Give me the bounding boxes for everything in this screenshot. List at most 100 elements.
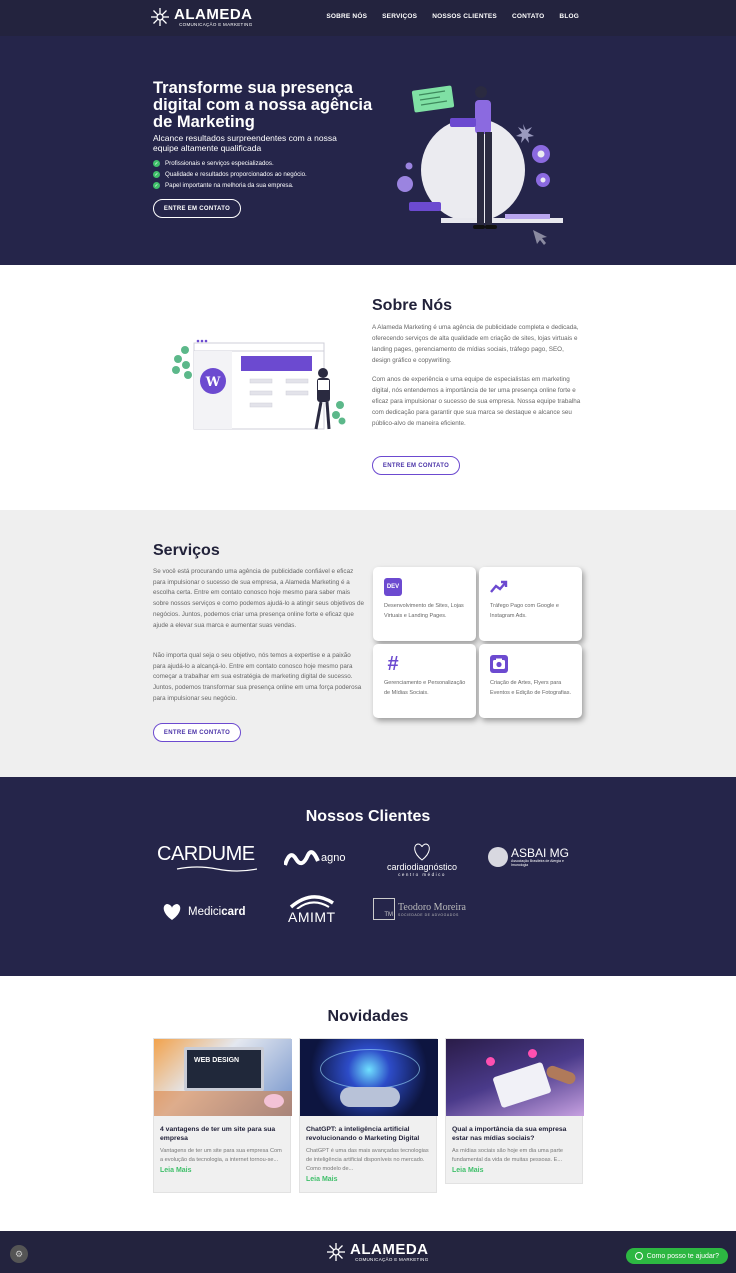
client-logo-magno: agno [284,849,345,867]
news-card[interactable]: ChatGPT: a inteligência artificial revol… [299,1038,438,1193]
client-sub: centro médico [398,872,446,877]
client-name: CARDUME [157,843,255,865]
news-card-title[interactable]: ChatGPT: a inteligência artificial revol… [306,1125,430,1143]
hero-section: Transforme sua presença digital com a no… [0,36,736,265]
brand-tagline: COMUNICAÇÃO E MARKETING [179,22,253,27]
nav-link-contato[interactable]: CONTATO [512,13,544,20]
nav-link-servicos[interactable]: SERVIÇOS [382,13,417,20]
about-illustration: W [172,339,346,430]
news-card-title[interactable]: Qual a importância da sua empresa estar … [452,1125,576,1143]
hero-contact-button[interactable]: ENTRE EM CONTATO [153,199,241,218]
whatsapp-label: Como posso te ajudar? [646,1252,719,1260]
services-title: Serviços [153,542,220,559]
check-text: Qualidade e resultados proporcionados ao… [165,171,307,178]
client-name: AMIMT [288,909,336,925]
nav-link-clientes[interactable]: NOSSOS CLIENTES [432,13,497,20]
service-card-design[interactable]: Criação de Artes, Flyers para Eventos e … [479,644,582,718]
hero-title: Transforme sua presença digital com a no… [153,79,373,131]
service-card-text: Desenvolvimento de Sites, Lojas Virtuais… [384,603,464,619]
amimt-mark-icon [289,895,334,909]
client-name: ASBAI MG [511,846,570,860]
news-card[interactable]: WEB DESIGN 4 vantagens de ter um site pa… [153,1038,292,1193]
svg-text:W: W [205,375,221,390]
about-section: W Sobre Nós A Alameda Marketing é uma ag… [0,265,736,510]
nav-link-sobre[interactable]: SOBRE NÓS [326,13,367,20]
brand-name: ALAMEDA [350,1241,429,1258]
check-item: ✓ Profissionais e serviços especializados… [153,158,307,169]
check-item: ✓ Papel importante na melhoria da sua emp… [153,180,307,191]
check-icon: ✓ [153,160,160,167]
service-card-text: Gerenciamento e Personalização de Mídias… [384,680,466,696]
dev-icon: DEV [384,578,402,596]
news-card-image[interactable] [446,1039,584,1116]
whatsapp-icon [634,1252,643,1260]
client-name: agno [321,852,346,864]
service-card-dev[interactable]: DEV Desenvolvimento de Sites, Lojas Virt… [373,567,476,641]
news-image-text: WEB DESIGN [194,1057,240,1064]
client-name: Teodoro Moreira [398,901,466,913]
nav-link-blog[interactable]: BLOG [559,13,579,20]
teodoro-mark-icon: TM [373,898,395,920]
top-nav: ALAMEDA COMUNICAÇÃO E MARKETING SOBRE NÓ… [0,0,736,36]
news-card-image[interactable] [300,1039,438,1116]
services-paragraph-2: Não importa qual seja o seu objetivo, nó… [153,652,362,702]
check-icon: ✓ [153,182,160,189]
main-menu: SOBRE NÓS SERVIÇOS NOSSOS CLIENTES CONTA… [326,13,579,20]
client-logo-cardume: CARDUME [157,843,257,872]
services-paragraph-1: Se você está procurando uma agência de p… [153,568,365,629]
read-more-link[interactable]: Leia Mais [160,1167,284,1174]
hero-subtitle: Alcance resultados surpreendentes com a … [153,133,337,153]
about-paragraph-1: A Alameda Marketing é uma agência de pub… [372,324,579,364]
brand-logo[interactable]: ALAMEDA COMUNICAÇÃO E MARKETING [150,7,253,28]
asbai-mark-icon [488,847,508,867]
heart-icon [163,904,181,920]
client-logo-medicicard: Medicicard [161,903,246,921]
clients-section: Nossos Clientes CARDUME agno cardiodiagn… [0,777,736,976]
client-sub: Associação Brasileira de Alergia e Imuno… [511,859,564,867]
client-logo-amimt: AMIMT [288,893,336,925]
brand-tagline: COMUNICAÇÃO E MARKETING [355,1257,429,1262]
client-name: cardiodiagnóstico [387,862,458,872]
service-card-social[interactable]: # Gerenciamento e Personalização de Mídi… [373,644,476,718]
cookie-settings-icon[interactable]: ⚙ [10,1245,28,1263]
about-paragraph-2: Com anos de experiência e uma equipe de … [372,376,581,427]
hashtag-icon: # [387,652,399,675]
news-card-excerpt: Vantagens de ter um site para sua empres… [160,1148,282,1163]
client-name-part: card [221,906,246,918]
client-logo-teodoro-moreira: TM Teodoro Moreira SOCIEDADE DE ADVOGADO… [373,898,466,920]
client-logo-cardiodiagnostico: cardiodiagnóstico centro médico [387,840,457,877]
client-sub: SOCIEDADE DE ADVOGADOS [398,912,459,917]
check-item: ✓ Qualidade e resultados proporcionados a… [153,169,307,180]
news-card-excerpt: ChatGPT é uma das mais avançadas tecnolo… [306,1148,429,1172]
news-card-title[interactable]: 4 vantagens de ter um site para sua empr… [160,1125,284,1143]
client-name-part: Medici [188,906,222,918]
hero-illustration [397,85,563,245]
whatsapp-chat-button[interactable]: Como posso te ajudar? [625,1248,728,1264]
news-card-excerpt: As mídias sociais são hoje em dia uma pa… [452,1148,563,1163]
check-text: Profissionais e serviços especializados. [165,160,274,167]
clients-title: Nossos Clientes [305,808,431,825]
logo-mark-icon [327,1243,345,1262]
brand-name: ALAMEDA [174,6,253,23]
service-card-ads[interactable]: Tráfego Pago com Google e Instagram Ads. [479,567,582,641]
check-icon: ✓ [153,171,160,178]
news-card[interactable]: Qual a importância da sua empresa estar … [445,1038,584,1184]
footer: ⚙ ALAMEDA COMUNICAÇÃO E MARKETING Como p… [0,1231,736,1273]
logo-mark-icon [151,8,169,27]
hero-checklist: ✓ Profissionais e serviços especializados… [153,158,307,191]
services-contact-button[interactable]: ENTRE EM CONTATO [153,723,241,742]
client-logo-asbai: ASBAI MG Associação Brasileira de Alergi… [488,847,569,867]
heart-icon [414,843,430,861]
news-title: Novidades [327,1008,409,1025]
magno-mark-icon [284,850,320,866]
news-section: Novidades WEB DESIGN 4 vantagens de ter … [0,976,736,1231]
read-more-link[interactable]: Leia Mais [306,1176,430,1183]
news-card-image[interactable]: WEB DESIGN [154,1039,292,1116]
about-contact-button[interactable]: ENTRE EM CONTATO [372,456,460,475]
check-text: Papel importante na melhoria da sua empr… [165,182,294,189]
read-more-link[interactable]: Leia Mais [452,1167,576,1174]
trending-up-icon [490,580,508,593]
camera-icon [490,655,508,673]
wave-icon [176,866,257,872]
footer-logo[interactable]: ALAMEDA COMUNICAÇÃO E MARKETING [326,1242,429,1263]
